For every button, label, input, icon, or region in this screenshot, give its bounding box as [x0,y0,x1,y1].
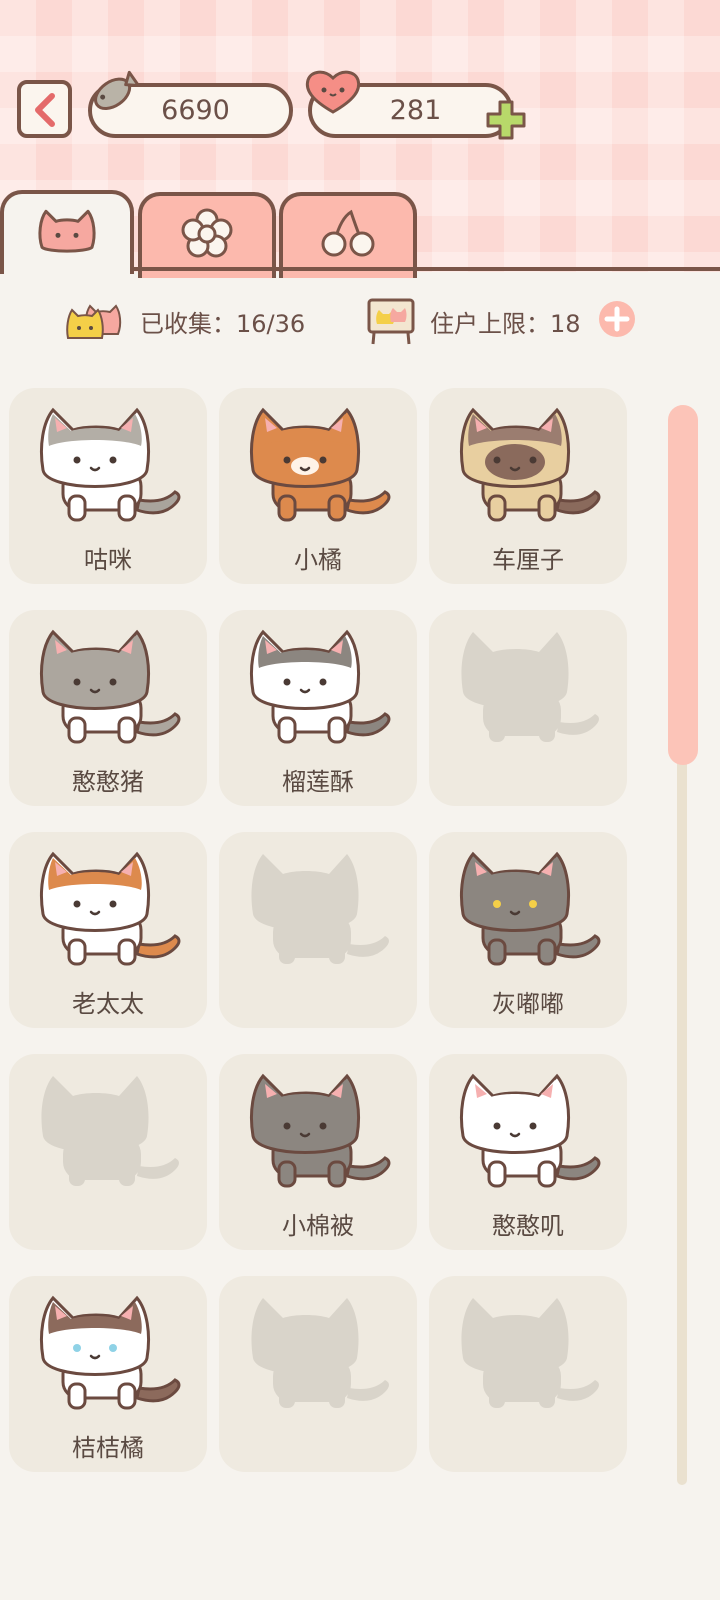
cat-art [443,622,613,766]
locked-cat-silhouette [251,1298,389,1408]
cat-art [23,844,193,988]
cat-name: 小橘 [294,546,342,574]
cat-art [443,844,613,988]
cat-illustration [459,1073,601,1188]
cat-illustration [39,407,181,522]
cats-collected-icon [66,304,122,339]
collected-stat: 已收集：16/36 [140,304,305,339]
cat-name: 憨憨猪 [72,768,144,796]
collected-value: 16/36 [236,310,306,338]
tab-flower[interactable] [138,192,276,278]
collection-stats: 已收集：16/36 住户上限：18 [0,292,720,348]
cat-card[interactable]: 车厘子 [429,388,627,584]
cat-card[interactable]: 憨憨叽 [429,1054,627,1250]
limit-stat: 住户上限：18 [430,304,581,339]
cat-art [23,1066,193,1210]
cat-illustration [459,407,601,522]
flower-icon [181,208,233,258]
cat-art [233,622,403,766]
locked-cat-silhouette [251,854,389,964]
heart-icon [305,70,361,114]
back-button[interactable] [17,80,72,138]
locked-cat-silhouette [461,1298,599,1408]
cat-illustration [249,407,391,522]
cat-art [23,622,193,766]
cat-name: 咕咪 [84,546,132,574]
cat-art [233,400,403,544]
cat-face-icon [38,209,96,253]
cat-art [23,1288,193,1432]
cat-card[interactable]: 小棉被 [219,1054,417,1250]
signboard-icon [367,298,415,345]
cat-illustration [39,851,181,966]
cat-art [443,1288,613,1432]
cat-art [443,1066,613,1210]
tab-cherry[interactable] [279,192,417,278]
locked-cat-card[interactable] [219,832,417,1028]
cat-name: 桔桔橘 [72,1434,144,1462]
cat-art [233,844,403,988]
cat-illustration [39,629,181,744]
cat-name: 憨憨叽 [492,1212,564,1240]
cat-card[interactable]: 灰嘟嘟 [429,832,627,1028]
cat-card[interactable]: 桔桔橘 [9,1276,207,1472]
cat-card[interactable]: 憨憨猪 [9,610,207,806]
cat-illustration [39,1295,181,1410]
cat-name: 老太太 [72,990,144,1018]
limit-label: 住户上限： [430,310,550,338]
scrollbar-thumb[interactable] [668,405,698,765]
cat-name: 榴莲酥 [282,768,354,796]
locked-cat-silhouette [41,1076,179,1186]
tab-divider [134,267,720,271]
chevron-left-icon [35,93,55,127]
cat-art [233,1288,403,1432]
cat-illustration [249,629,391,744]
locked-cat-silhouette [461,632,599,742]
cat-card[interactable]: 老太太 [9,832,207,1028]
tab-cats[interactable] [0,190,134,274]
cat-art [233,1066,403,1210]
fish-icon [94,70,140,110]
locked-cat-card[interactable] [429,1276,627,1472]
cherry-icon [321,209,375,257]
cat-name: 灰嘟嘟 [492,990,564,1018]
cat-illustration [249,1073,391,1188]
locked-cat-card[interactable] [219,1276,417,1472]
locked-cat-card[interactable] [429,610,627,806]
cat-card[interactable]: 榴莲酥 [219,610,417,806]
cat-card[interactable]: 咕咪 [9,388,207,584]
locked-cat-card[interactable] [9,1054,207,1250]
cat-name: 小棉被 [282,1212,354,1240]
cat-art [443,400,613,544]
plus-icon[interactable] [484,98,528,142]
limit-value: 18 [550,310,581,338]
cat-card[interactable]: 小橘 [219,388,417,584]
add-limit-button[interactable] [598,300,636,338]
cat-name: 车厘子 [492,546,564,574]
cat-art [23,400,193,544]
collected-label: 已收集： [140,310,236,338]
cat-illustration [459,851,601,966]
